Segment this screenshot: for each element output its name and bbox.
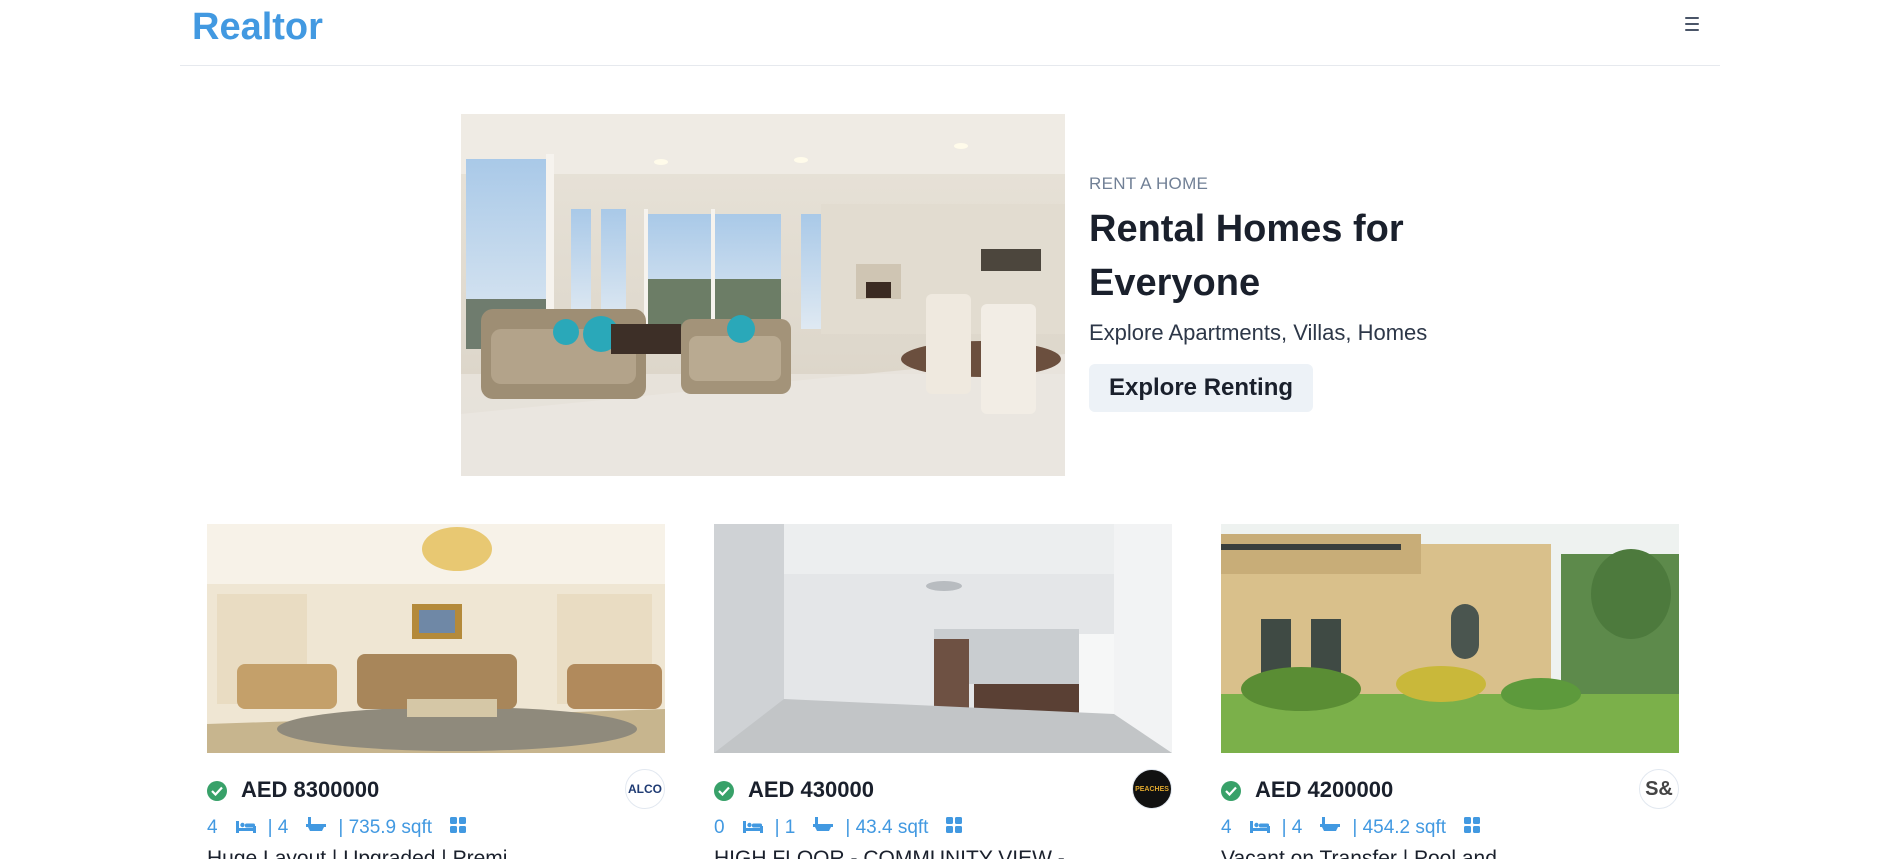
- bed-icon: [742, 817, 763, 839]
- bath-icon: [306, 817, 327, 839]
- baths-count: | 1: [774, 817, 796, 838]
- agency-logo[interactable]: S&: [1639, 769, 1679, 809]
- hero-image: [461, 114, 1065, 476]
- verified-check-icon: [1221, 781, 1241, 801]
- navbar: Realtor: [180, 0, 1720, 66]
- listing-image[interactable]: [207, 524, 665, 753]
- grid-icon: [450, 817, 467, 839]
- area-value: | 43.4 sqft: [845, 817, 929, 838]
- listing-price: AED 430000: [748, 777, 874, 802]
- bath-icon: [813, 817, 834, 839]
- listing-price: AED 8300000: [241, 777, 380, 802]
- listing-title[interactable]: Huge Layout | Upgraded | Premi...: [207, 847, 665, 859]
- listing-stats: 4 | 4 | 454.2 sqft: [1221, 815, 1679, 841]
- grid-icon: [1464, 817, 1481, 839]
- listing-title[interactable]: HIGH FLOOR - COMMUNITY VIEW - ...: [714, 847, 1172, 859]
- grid-icon: [946, 817, 963, 839]
- listing-stats: 4 | 4 | 735.9 sqft: [207, 815, 665, 841]
- listing-price: AED 4200000: [1255, 777, 1394, 802]
- area-value: | 454.2 sqft: [1352, 817, 1447, 838]
- rooms-count: 4: [1221, 817, 1232, 838]
- area-value: | 735.9 sqft: [338, 817, 433, 838]
- agency-logo[interactable]: ALCO: [625, 769, 665, 809]
- bed-icon: [1249, 817, 1270, 839]
- listing-stats: 0 | 1 | 43.4 sqft: [714, 815, 1172, 841]
- hero-subtitle: Explore Apartments, Villas, Homes: [1089, 320, 1428, 345]
- agency-logo[interactable]: PEACHES: [1132, 769, 1172, 809]
- hero-eyebrow: RENT A HOME: [1089, 174, 1209, 193]
- price-row: AED 4200000 S&: [1221, 769, 1679, 815]
- hamburger-menu-icon[interactable]: [1680, 12, 1704, 36]
- hero-title: Rental Homes for Everyone: [1089, 208, 1404, 304]
- rooms-count: 4: [207, 817, 218, 838]
- bath-icon: [1320, 817, 1341, 839]
- price-row: AED 8300000 ALCO: [207, 769, 665, 815]
- listing-card[interactable]: AED 8300000 ALCO 4 | 4 | 735.9 sqft Huge…: [207, 524, 665, 859]
- listing-card[interactable]: AED 430000 PEACHES 0 | 1 | 43.4 sqft HIG…: [714, 524, 1172, 859]
- baths-count: | 4: [267, 817, 289, 838]
- baths-count: | 4: [1281, 817, 1303, 838]
- rooms-count: 0: [714, 817, 725, 838]
- listing-card[interactable]: AED 4200000 S& 4 | 4 | 454.2 sqft Vacant…: [1221, 524, 1679, 859]
- explore-renting-button[interactable]: Explore Renting: [1089, 364, 1314, 412]
- listing-image[interactable]: [714, 524, 1172, 753]
- listing-title[interactable]: Vacant on Transfer | Pool and ...: [1221, 847, 1679, 859]
- hero-text: RENT A HOME Rental Homes for Everyone Ex…: [1089, 174, 1529, 412]
- brand-logo[interactable]: Realtor: [192, 6, 323, 49]
- bed-icon: [235, 817, 256, 839]
- verified-check-icon: [714, 781, 734, 801]
- verified-check-icon: [207, 781, 227, 801]
- listing-image[interactable]: [1221, 524, 1679, 753]
- price-row: AED 430000 PEACHES: [714, 769, 1172, 815]
